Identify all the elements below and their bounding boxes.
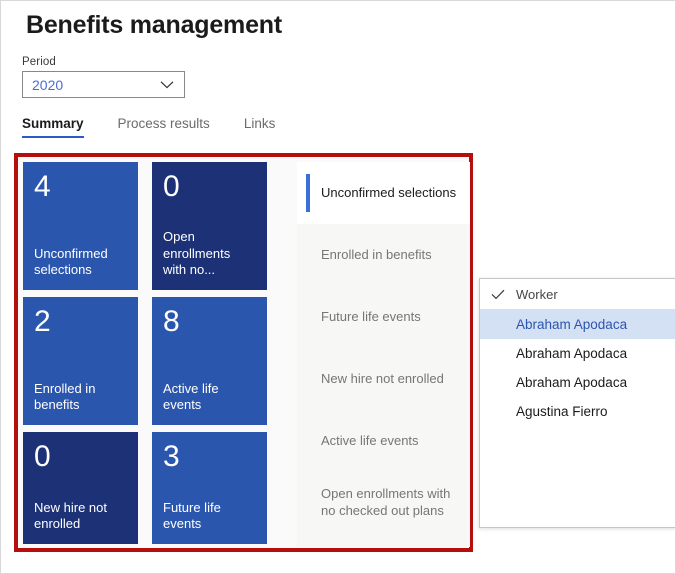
tile-label: Open enrollments with no... [163, 229, 256, 279]
period-filter-group: Period 2020 [22, 56, 185, 98]
worker-row-list: Abraham ApodacaAbraham ApodacaAbraham Ap… [480, 310, 676, 426]
category-list: Unconfirmed selections Enrolled in benefi… [297, 162, 470, 547]
category-list-item-label: Unconfirmed selections [321, 185, 456, 202]
category-list-item-label: Active life events [321, 433, 419, 450]
tile-label: New hire not enrolled [34, 500, 127, 533]
tab-process-results[interactable]: Process results [101, 116, 227, 140]
tile-label: Enrolled in benefits [34, 381, 127, 414]
tile-count: 2 [34, 307, 127, 337]
tile-count: 3 [163, 442, 256, 472]
summary-tile[interactable]: 0 Open enrollments with no... [152, 162, 267, 290]
summary-tile[interactable]: 2 Enrolled in benefits [23, 297, 138, 425]
tile-label: Active life events [163, 381, 256, 414]
tile-count: 4 [34, 172, 127, 202]
category-list-item-label: Enrolled in benefits [321, 247, 432, 264]
tile-count: 0 [34, 442, 127, 472]
tab-links[interactable]: Links [227, 116, 293, 140]
category-list-item-label: Future life events [321, 309, 421, 326]
tile-count: 8 [163, 307, 256, 337]
category-list-item[interactable]: Enrolled in benefits [297, 224, 470, 286]
tile-label: Future life events [163, 500, 256, 533]
worker-column-header-label: Worker [516, 287, 558, 302]
category-list-item[interactable]: Open enrollments with no checked out pla… [297, 472, 470, 534]
tile-count: 0 [163, 172, 256, 202]
summary-tile[interactable]: 4 Unconfirmed selections [23, 162, 138, 290]
worker-column-header[interactable]: Worker [480, 279, 676, 310]
period-value: 2020 [23, 77, 63, 93]
category-list-item-label: Open enrollments with no checked out pla… [321, 486, 462, 520]
period-select[interactable]: 2020 [22, 71, 185, 98]
category-list-item[interactable]: Future life events [297, 286, 470, 348]
category-list-item[interactable]: New hire not enrolled [297, 348, 470, 410]
summary-tile[interactable]: 8 Active life events [152, 297, 267, 425]
page-title: Benefits management [26, 11, 282, 40]
tab-summary[interactable]: Summary [22, 116, 101, 140]
application-window: Benefits management Period 2020 SummaryP… [0, 0, 676, 574]
summary-tile[interactable]: 0 New hire not enrolled [23, 432, 138, 544]
checkmark-icon [480, 289, 516, 300]
period-label: Period [22, 56, 185, 68]
tile-label: Unconfirmed selections [34, 246, 127, 279]
worker-row[interactable]: Abraham Apodaca [480, 368, 676, 397]
annotation-highlight-box: 4 Unconfirmed selections 0 Open enrollments… [14, 153, 473, 552]
worker-row[interactable]: Abraham Apodaca [480, 339, 676, 368]
summary-tile-grid: 4 Unconfirmed selections 0 Open enrollments… [23, 162, 289, 547]
worker-row[interactable]: Agustina Fierro [480, 397, 676, 426]
worker-dropdown-panel[interactable]: Worker Abraham ApodacaAbraham ApodacaAbr… [479, 278, 676, 528]
category-list-item-label: New hire not enrolled [321, 371, 444, 388]
category-list-item[interactable]: Active life events [297, 410, 470, 472]
worker-row[interactable]: Abraham Apodaca [480, 310, 676, 339]
tabstrip: SummaryProcess resultsLinks [22, 116, 292, 140]
chevron-down-icon [160, 80, 174, 89]
category-list-item[interactable]: Unconfirmed selections [297, 162, 470, 224]
summary-tile[interactable]: 3 Future life events [152, 432, 267, 544]
